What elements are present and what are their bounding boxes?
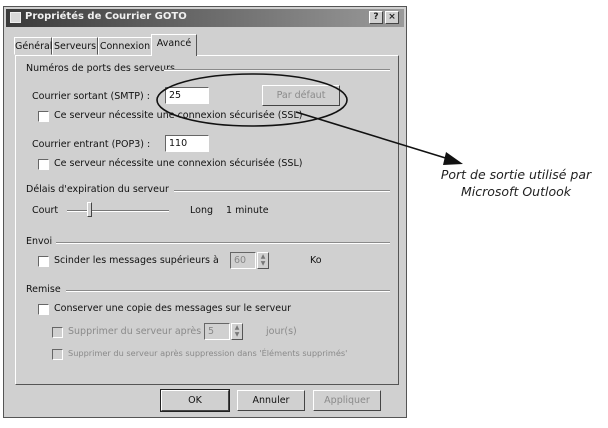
annotation-overlay (156, 73, 463, 165)
tab-advanced[interactable]: Avancé (151, 34, 197, 56)
callout-arrow-line (295, 111, 453, 161)
annotation-caption: Port de sortie utilisé par Microsoft Out… (424, 166, 608, 200)
annotation-line-1: Port de sortie utilisé par (440, 167, 592, 182)
callout-arrow-head (443, 152, 463, 165)
annotation-line-2: Microsoft Outlook (460, 184, 572, 199)
